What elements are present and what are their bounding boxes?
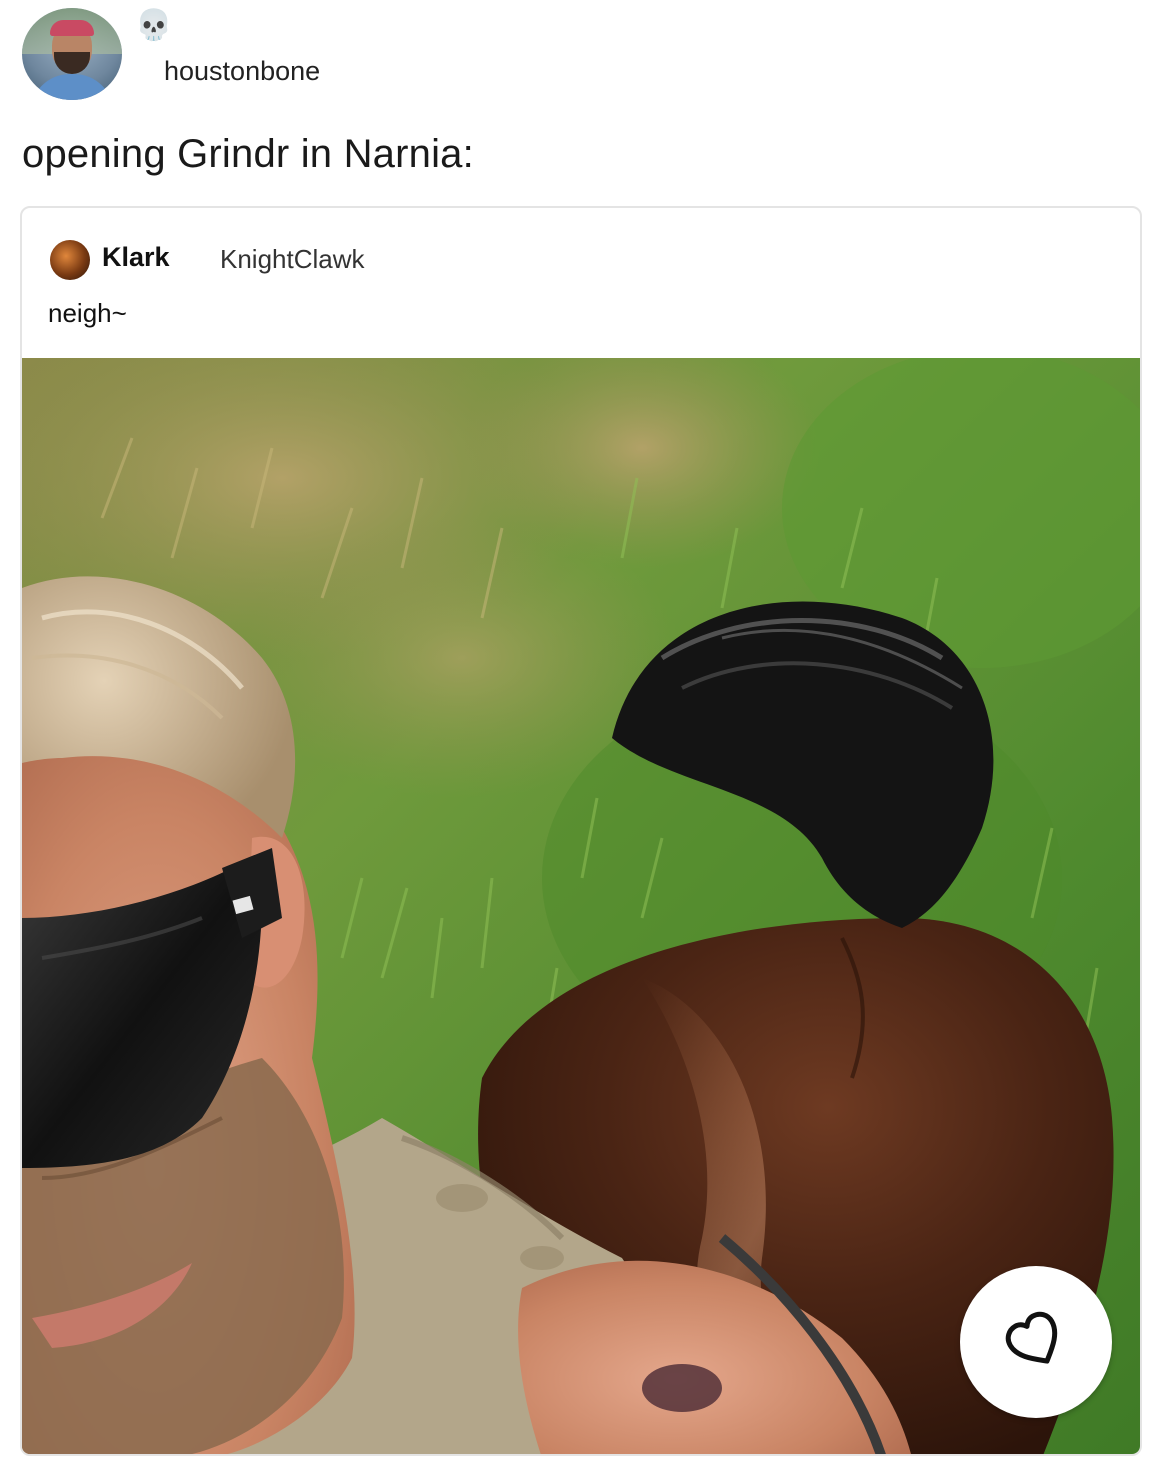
- avatar-bandana: [50, 20, 94, 36]
- embedded-post-card[interactable]: Klark KnightClawk neigh~: [20, 206, 1142, 1456]
- avatar-beard: [54, 52, 90, 74]
- avatar-shirt: [30, 74, 114, 100]
- embed-post-text: neigh~: [48, 298, 127, 328]
- embed-avatar[interactable]: [50, 240, 90, 280]
- like-button[interactable]: [960, 1266, 1112, 1418]
- photo-illustration: [22, 358, 1140, 1454]
- embed-handle[interactable]: KnightClawk: [220, 244, 365, 275]
- post-caption: opening Grindr in Narnia:: [22, 132, 474, 176]
- user-avatar[interactable]: [22, 8, 122, 100]
- embed-display-name[interactable]: Klark: [102, 242, 170, 273]
- embed-photo[interactable]: [22, 358, 1140, 1454]
- heart-icon: [1005, 1311, 1058, 1364]
- post-username[interactable]: houstonbone: [164, 56, 320, 87]
- skull-icon: 💀: [135, 8, 173, 43]
